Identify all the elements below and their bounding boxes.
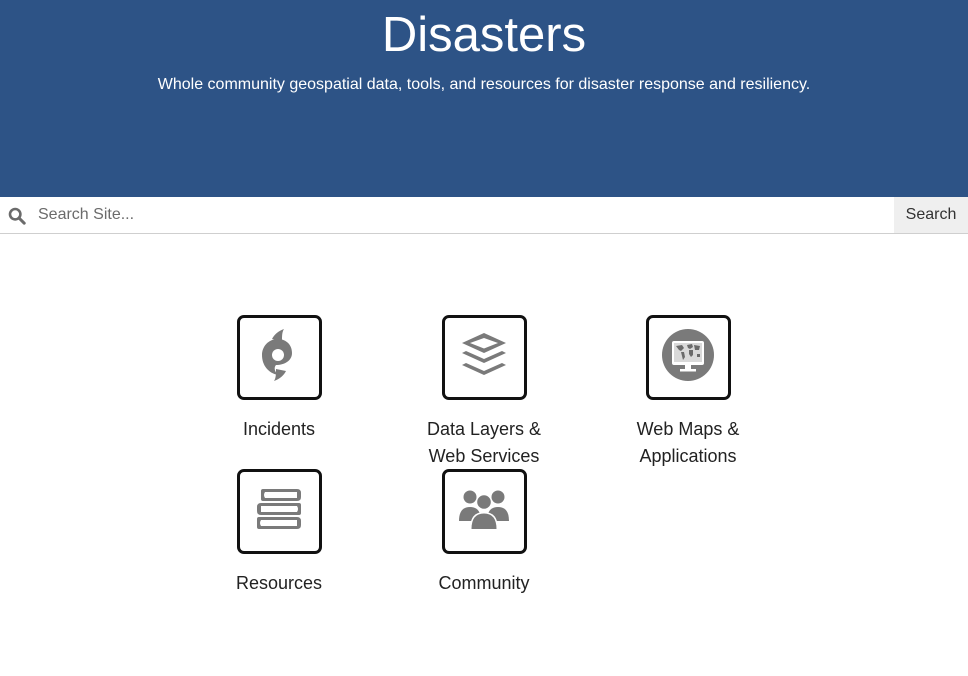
tile-label: Resources xyxy=(189,570,369,597)
tile-web-maps[interactable]: Web Maps & Applications xyxy=(598,315,778,470)
layers-icon xyxy=(458,329,510,386)
page-subtitle: Whole community geospatial data, tools, … xyxy=(157,76,811,93)
page-title: Disasters xyxy=(381,8,587,62)
tile-label-line1: Incidents xyxy=(242,419,316,439)
tile-label: Incidents xyxy=(189,416,369,443)
tile-label: Data Layers & Web Services xyxy=(394,416,574,470)
tile-incidents[interactable]: Incidents xyxy=(189,315,369,443)
tile-label-line1: Resources xyxy=(235,573,323,593)
tile-resources[interactable]: Resources xyxy=(189,469,369,597)
search-button[interactable]: Search xyxy=(894,197,968,233)
people-icon xyxy=(457,487,511,536)
tile-icon-frame xyxy=(441,315,527,400)
web-map-icon xyxy=(661,328,715,387)
tile-label-line1: Community xyxy=(438,573,530,593)
tile-label-line2: Web Services xyxy=(428,446,540,466)
hurricane-icon xyxy=(254,327,304,388)
tile-label-line2: Applications xyxy=(639,446,737,466)
tile-label-line1: Data Layers & xyxy=(426,419,542,439)
books-icon xyxy=(253,487,305,536)
tile-data-layers[interactable]: Data Layers & Web Services xyxy=(394,315,574,470)
tile-icon-frame xyxy=(236,315,322,400)
tile-icon-frame xyxy=(236,469,322,554)
tile-label-line1: Web Maps & xyxy=(636,419,740,439)
search-icon xyxy=(8,207,26,225)
search-input[interactable] xyxy=(30,197,890,233)
tile-community[interactable]: Community xyxy=(394,469,574,597)
tile-icon-frame xyxy=(645,315,731,400)
hero-banner: Disasters Whole community geospatial dat… xyxy=(0,0,968,197)
search-bar: Search xyxy=(0,197,968,234)
tile-label: Community xyxy=(394,570,574,597)
tile-label: Web Maps & Applications xyxy=(598,416,778,470)
tile-icon-frame xyxy=(441,469,527,554)
